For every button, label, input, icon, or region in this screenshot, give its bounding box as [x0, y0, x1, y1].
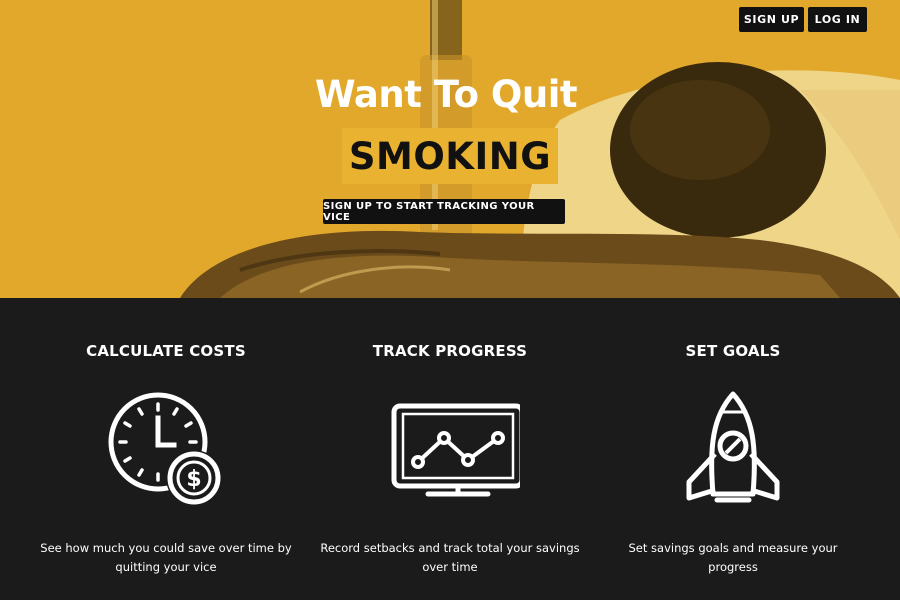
feature-description: Record setbacks and track total your sav…: [320, 541, 580, 574]
feature-title: CALCULATE COSTS: [86, 342, 246, 360]
feature-title: TRACK PROGRESS: [372, 342, 528, 360]
feature-description: See how much you could save over time by…: [40, 541, 292, 574]
hero-section: SIGN UP LOG IN Want To Quit SMOKING SIGN…: [0, 0, 900, 298]
signup-button[interactable]: SIGN UP: [739, 7, 804, 32]
hero-cta-button[interactable]: SIGN UP TO START TRACKING YOUR VICE: [323, 199, 565, 224]
login-button[interactable]: LOG IN: [808, 7, 867, 32]
clock-dollar-icon: $: [108, 392, 222, 506]
features-section: CALCULATE COSTS $ See how much you could…: [0, 298, 900, 600]
svg-text:$: $: [186, 467, 201, 492]
feature-track-progress: TRACK PROGRESS Record setbacks and track…: [300, 298, 600, 600]
rocket-icon: [686, 391, 780, 503]
feature-calculate-costs: CALCULATE COSTS $ See how much you could…: [16, 298, 316, 600]
monitor-chart-icon: [391, 403, 520, 497]
hero-title: Want To Quit: [314, 73, 578, 116]
feature-set-goals: SET GOALS Set savings goals and measure …: [583, 298, 883, 600]
feature-title: SET GOALS: [685, 342, 781, 360]
hero-highlight: SMOKING: [342, 128, 558, 184]
feature-description: Set savings goals and measure your progr…: [628, 541, 838, 574]
